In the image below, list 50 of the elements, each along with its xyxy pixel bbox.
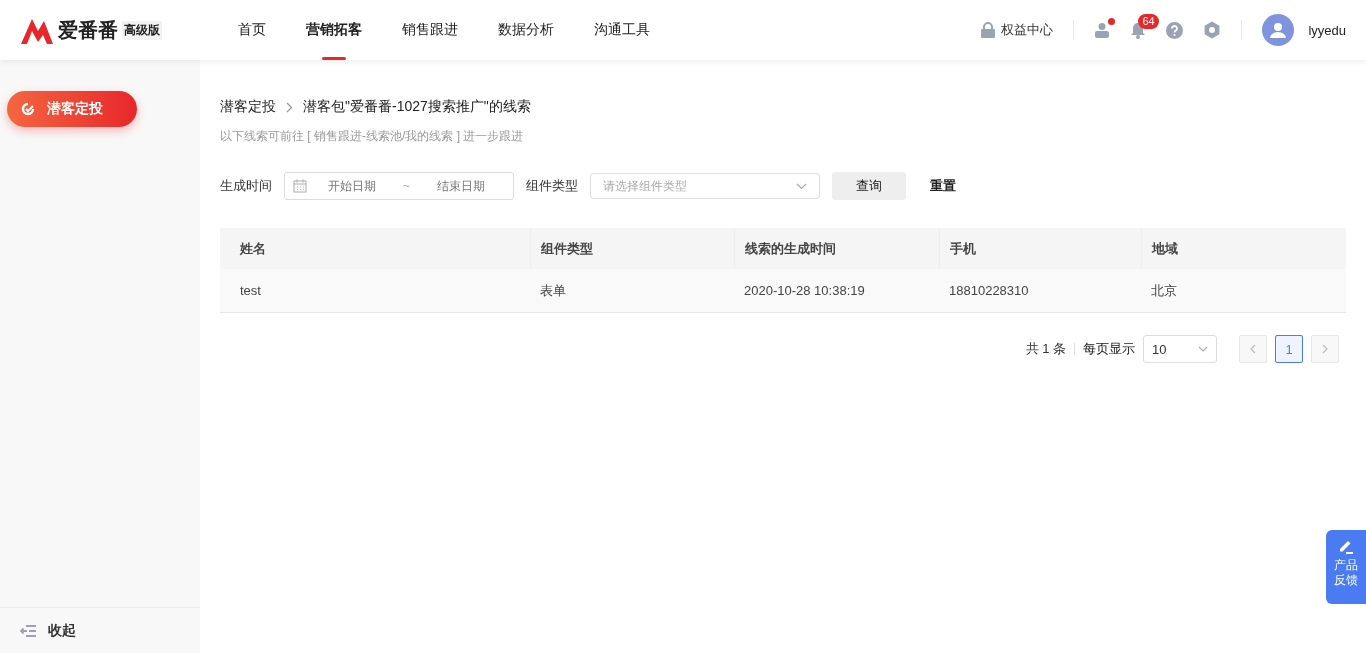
- filter-label: 生成时间: [220, 177, 272, 195]
- notification-badge: 64: [1138, 13, 1159, 29]
- chevron-right-icon: [1322, 344, 1328, 354]
- sidebar-item[interactable]: 潜客定投: [7, 91, 137, 127]
- notification-dot: [1108, 18, 1116, 25]
- target-check-icon: [21, 102, 35, 116]
- nav-tab[interactable]: 销售跟进: [382, 0, 478, 60]
- feedback-button[interactable]: 产品反馈: [1326, 530, 1366, 604]
- collapse-button[interactable]: 收起: [0, 607, 200, 653]
- reset-button[interactable]: 重置: [906, 172, 980, 200]
- chevron-left-icon: [1250, 344, 1256, 354]
- user-check-icon[interactable]: [1094, 22, 1111, 38]
- settings-icon[interactable]: [1203, 21, 1222, 39]
- page-size-select[interactable]: 10: [1143, 335, 1217, 363]
- column-header: 组件类型: [530, 228, 734, 269]
- chevron-icon: [286, 101, 293, 113]
- column-header: 手机: [939, 228, 1141, 269]
- total-count: 共 1 条: [1025, 343, 1075, 355]
- table-cell: 2020-10-28 10:38:19: [734, 269, 939, 313]
- column-header: 地域: [1141, 228, 1346, 269]
- breadcrumb-item: 潜客包"爱番番-1027搜索推广"的线索: [303, 98, 531, 116]
- column-header: 姓名: [220, 228, 530, 269]
- collapse-icon: [20, 624, 36, 637]
- chevron-down-icon: [1198, 346, 1208, 352]
- nav-tab[interactable]: 首页: [218, 0, 286, 60]
- page-button[interactable]: 1: [1275, 335, 1303, 363]
- filter-label: 组件类型: [526, 177, 578, 195]
- pencil-icon: [1338, 538, 1354, 554]
- hint-text: 以下线索可前往 [ 销售跟进-线索池/我的线索 ] 进一步跟进: [220, 129, 524, 143]
- person-icon: [1270, 22, 1287, 38]
- nav-tab[interactable]: 营销拓客: [286, 0, 382, 60]
- breadcrumb-item[interactable]: 潜客定投: [220, 98, 276, 116]
- edition-tag: 高级版: [122, 20, 162, 40]
- logo-text: 爱番番: [58, 17, 118, 43]
- table-cell: test: [220, 269, 530, 313]
- nav-tab[interactable]: 沟通工具: [574, 0, 670, 60]
- rights-link[interactable]: 权益中心: [1001, 21, 1054, 39]
- chevron-down-icon: [796, 182, 807, 190]
- table-cell: 北京: [1141, 269, 1346, 313]
- column-header: 线索的生成时间: [734, 228, 939, 269]
- help-icon[interactable]: [1166, 21, 1184, 39]
- lock-icon[interactable]: [981, 22, 996, 38]
- table-cell: 表单: [530, 269, 734, 313]
- nav-tab[interactable]: 数据分析: [478, 0, 574, 60]
- table-cell: 18810228310: [939, 269, 1141, 313]
- user-name[interactable]: lyyedu: [1308, 22, 1346, 38]
- query-button[interactable]: 查询: [832, 172, 906, 200]
- avatar[interactable]: [1262, 14, 1295, 46]
- calendar-icon: [293, 179, 307, 193]
- page-size-label: 每页显示: [1083, 340, 1135, 358]
